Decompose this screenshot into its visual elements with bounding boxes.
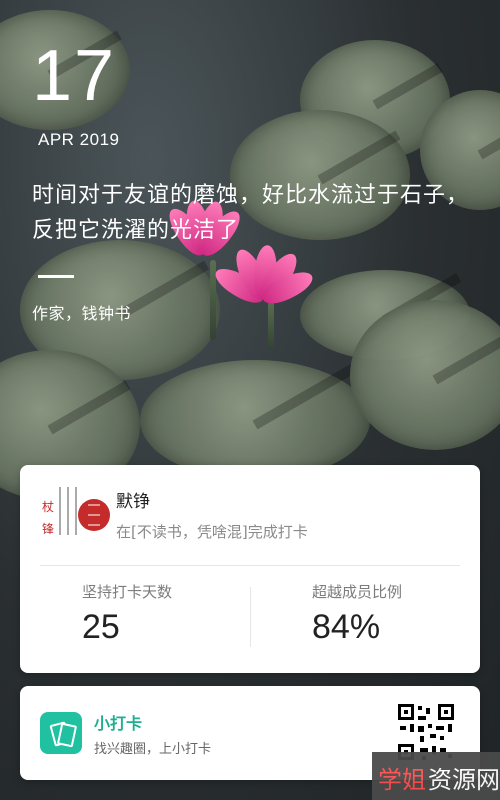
checkin-card: 杖 锋 默铮 在[不读书，凭啥混]完成打卡 坚持打卡天数 25 超越成员比例 8… — [20, 465, 480, 673]
lily-pad-9 — [350, 300, 500, 450]
watermark-part1: 学姐 — [378, 766, 426, 794]
stat-days-label: 坚持打卡天数 — [82, 583, 173, 601]
stat-divider — [250, 587, 251, 647]
user-name: 默铮 — [116, 492, 150, 512]
quote-divider — [38, 275, 74, 278]
cards-icon — [40, 712, 82, 754]
stat-percent: 超越成员比例 84% — [312, 581, 500, 647]
stat-percent-label: 超越成员比例 — [312, 583, 403, 601]
calligraphy-seal-icon: 杖 锋 — [38, 481, 116, 541]
app-tagline: 找兴趣圈，上小打卡 — [94, 742, 212, 757]
app-name: 小打卡 — [94, 714, 143, 733]
checkin-activity: 在[不读书，凭啥混]完成打卡 — [116, 523, 308, 541]
quote-text: 时间对于友谊的磨蚀，好比水流过于石子，反把它洗濯的光洁了 — [32, 183, 470, 243]
date-month-year: APR 2019 — [38, 130, 120, 149]
date-day: 17 — [32, 36, 117, 116]
svg-text:锋: 锋 — [42, 522, 54, 536]
stat-percent-value: 84% — [312, 608, 381, 646]
card-divider — [40, 565, 460, 566]
share-card-page: 17 APR 2019 时间对于友谊的磨蚀，好比水流过于石子，反把它洗濯的光洁了… — [0, 0, 500, 800]
svg-text:杖: 杖 — [42, 499, 54, 514]
lily-pad-8 — [140, 360, 370, 480]
watermark-part2: 资源网 — [428, 766, 500, 794]
stat-days: 坚持打卡天数 25 — [82, 581, 282, 647]
lotus-stem — [268, 300, 274, 350]
watermark: 学姐 资源网 — [372, 752, 500, 800]
quote-author: 作家，钱钟书 — [32, 304, 132, 323]
stat-days-value: 25 — [82, 608, 120, 646]
